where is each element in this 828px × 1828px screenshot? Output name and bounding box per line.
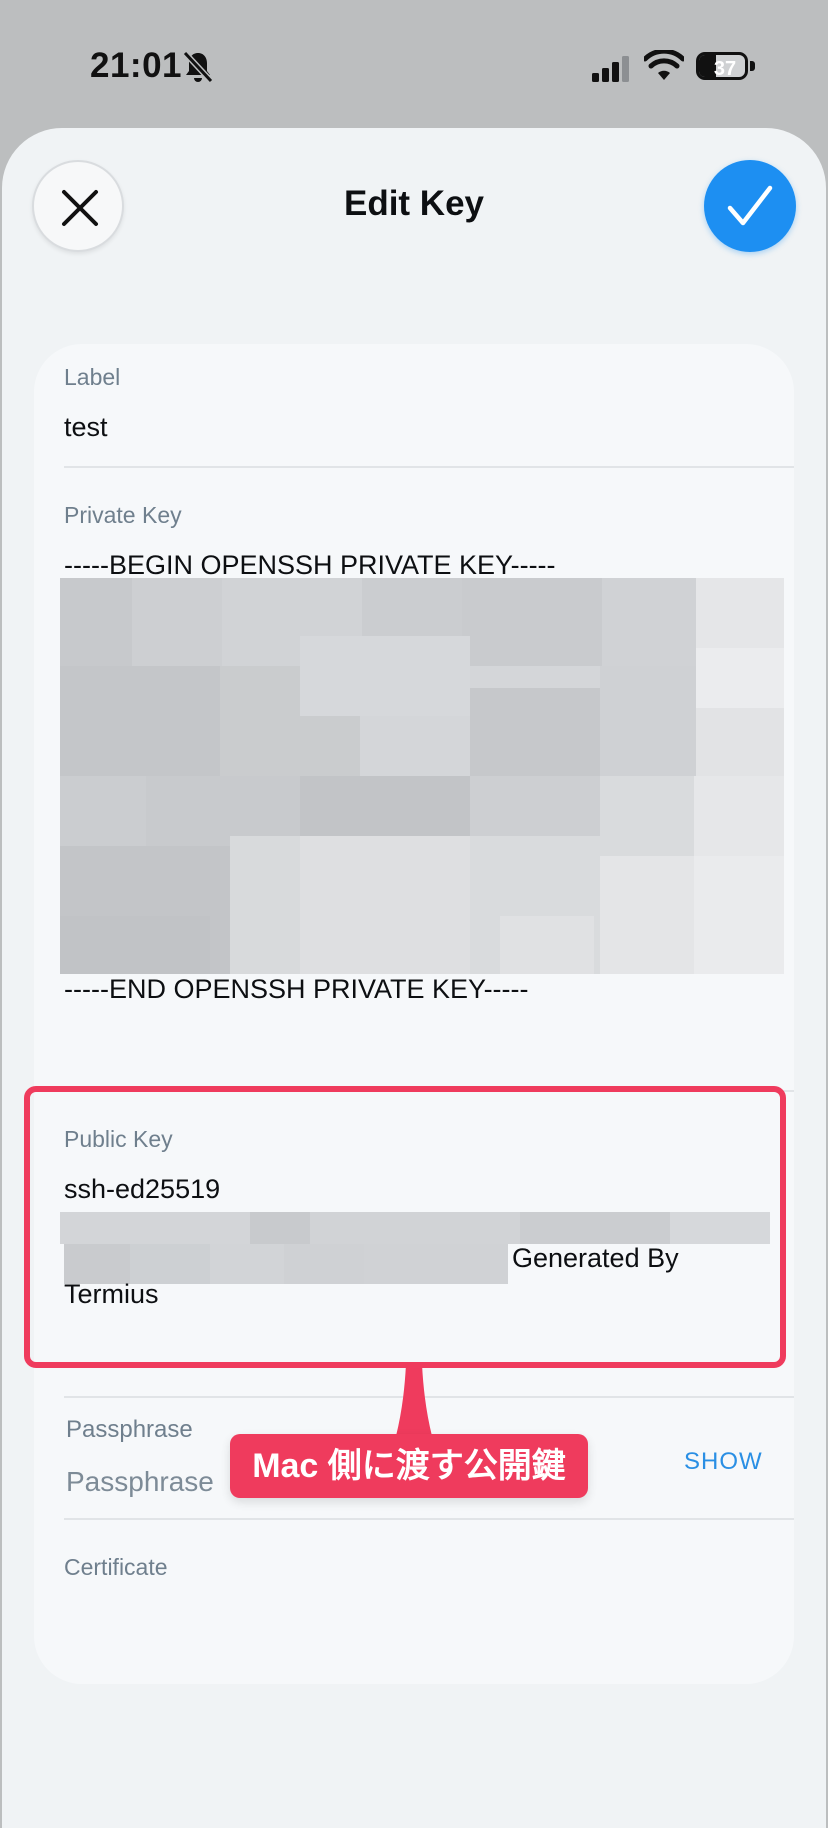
certificate-label[interactable]: Certificate [64, 1554, 168, 1581]
callout-tail [396, 1364, 432, 1436]
bell-off-icon [182, 50, 214, 84]
battery-level: 37 [713, 58, 737, 80]
battery-icon: 37 [696, 52, 756, 82]
status-bar: 21:01 37 [0, 0, 828, 130]
show-passphrase-button[interactable]: SHOW [684, 1448, 763, 1476]
wifi-icon [644, 50, 684, 80]
annotation-callout: Mac 側に渡す公開鍵 [230, 1434, 588, 1498]
passphrase-input[interactable] [66, 1462, 226, 1502]
checkmark-icon [727, 185, 773, 226]
private-key-end-line[interactable]: -----END OPENSSH PRIVATE KEY----- [64, 974, 529, 1005]
private-key-redacted[interactable] [60, 578, 784, 974]
private-key-begin-line[interactable]: -----BEGIN OPENSSH PRIVATE KEY----- [64, 550, 556, 581]
public-key-highlight-box [24, 1086, 786, 1368]
status-time: 21:01 [90, 46, 183, 85]
private-key-label: Private Key [64, 502, 182, 528]
save-button[interactable] [704, 160, 796, 252]
cellular-signal-icon [592, 56, 629, 82]
label-field-label: Label [64, 364, 121, 390]
label-field[interactable]: test [64, 412, 108, 443]
divider [64, 1518, 794, 1520]
passphrase-label: Passphrase [66, 1416, 193, 1443]
divider [64, 466, 794, 468]
